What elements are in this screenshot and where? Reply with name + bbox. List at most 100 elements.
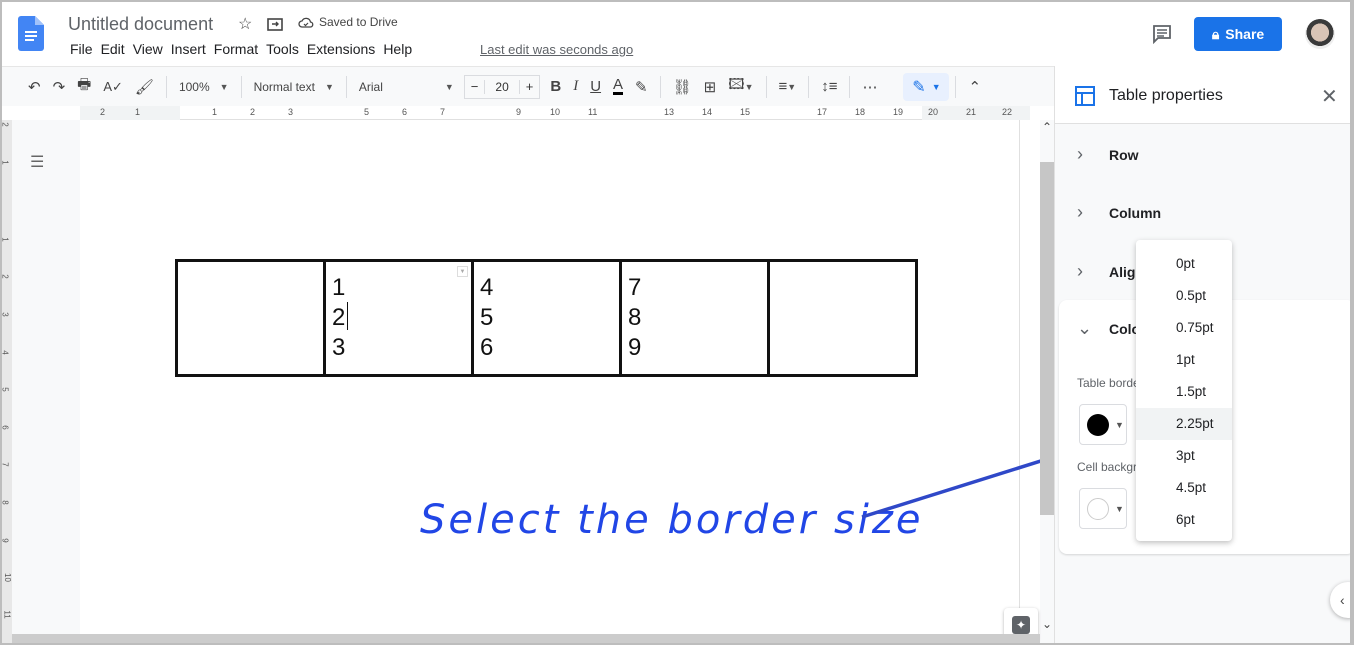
menu-help[interactable]: Help (379, 41, 416, 57)
ruler-label: 13 (664, 107, 675, 117)
ruler-label: 18 (855, 107, 866, 117)
menu-extensions[interactable]: Extensions (303, 41, 379, 57)
border-color-picker[interactable]: ▼ (1079, 404, 1127, 445)
link-icon[interactable]: ⛓︎ (673, 78, 692, 96)
toolbar: ↶ ↷ 🖶︎ A✓ 🖌︎ 100% ▼ Normal text ▼ Arial ▼ −… (2, 66, 1054, 106)
divider (345, 75, 347, 98)
document-title[interactable]: Untitled document (68, 14, 213, 35)
zoom-select[interactable]: 100% ▼ (179, 80, 229, 94)
cell-menu-icon[interactable]: ▼ (457, 266, 468, 277)
chevron-right-icon: › (1077, 144, 1083, 164)
more-options-icon[interactable]: ⋯ (862, 78, 877, 96)
cell-background-picker[interactable]: ▼ (1079, 488, 1127, 529)
save-status[interactable]: Saved to Drive (298, 15, 398, 29)
explore-icon: ✦ (1012, 616, 1030, 634)
google-docs-window: Untitled document ☆ Saved to Drive File … (2, 2, 1350, 643)
paint-format-icon[interactable]: 🖌︎ (135, 78, 154, 96)
highlight-icon[interactable]: ✎ (635, 78, 648, 96)
share-button[interactable]: 🔒︎ Share (1194, 17, 1282, 51)
chevron-down-icon: ▼ (444, 81, 454, 92)
text-color-icon[interactable]: A (613, 77, 624, 95)
ruler-margin-left (80, 106, 180, 120)
chevron-right-icon: › (1077, 261, 1083, 281)
horizontal-ruler[interactable]: 2 1 1 2 3 5 6 7 9 10 11 13 14 15 17 18 19 20 21 22 (80, 106, 1030, 120)
hide-menus-icon[interactable]: ⌃ (968, 78, 981, 96)
border-width-option[interactable]: 1.5pt (1136, 376, 1232, 408)
vertical-ruler[interactable]: 211234567891011 (2, 120, 12, 643)
border-width-option[interactable]: 0.75pt (1136, 312, 1232, 344)
scroll-down-icon[interactable]: ⌄ (1042, 617, 1052, 631)
section-column[interactable]: › Column (1077, 202, 1161, 223)
font-size-input[interactable]: 20 (484, 79, 520, 94)
cell-line: 1 (332, 274, 346, 301)
scrollbar-thumb[interactable] (1040, 162, 1054, 515)
border-width-option[interactable]: 4.5pt (1136, 472, 1232, 504)
move-folder-icon[interactable] (267, 17, 283, 31)
font-select[interactable]: Arial ▼ (359, 80, 454, 94)
italic-icon[interactable]: I (573, 78, 578, 95)
style-select[interactable]: Normal text ▼ (254, 80, 334, 94)
add-comment-icon[interactable]: ⊞ (704, 78, 717, 96)
ruler-label: 22 (1002, 107, 1013, 117)
ruler-label: 2 (100, 107, 106, 117)
divider (659, 75, 661, 98)
comment-history-icon[interactable] (1152, 24, 1172, 44)
border-width-option[interactable]: 1pt (1136, 344, 1232, 376)
border-width-option[interactable]: 2.25pt (1136, 408, 1232, 440)
border-width-option[interactable]: 3pt (1136, 440, 1232, 472)
border-width-option[interactable]: 6pt (1136, 504, 1232, 536)
document-table[interactable]: 1 2 3 4 5 6 7 8 9 (175, 259, 918, 377)
ruler-label: 5 (2, 387, 10, 391)
menu-format[interactable]: Format (210, 41, 262, 57)
ruler-label: 11 (588, 107, 598, 117)
table-cell[interactable]: 7 8 9 (619, 259, 770, 377)
insert-image-icon[interactable]: 🖾︎ ▼ (728, 74, 753, 99)
divider (808, 75, 810, 98)
cell-line: 3 (332, 334, 346, 361)
editing-mode-button[interactable]: ✎ ▼ (903, 72, 950, 101)
close-icon[interactable]: ✕ (1321, 84, 1338, 109)
star-icon[interactable]: ☆ (238, 14, 252, 34)
ruler-label: 17 (817, 107, 828, 117)
spellcheck-icon[interactable]: A✓ (103, 79, 123, 95)
panel-header: Table properties ✕ (1055, 66, 1350, 124)
menu-tools[interactable]: Tools (262, 41, 303, 57)
redo-icon[interactable]: ↷ (53, 78, 66, 96)
last-edit-link[interactable]: Last edit was seconds ago (480, 42, 633, 57)
ruler-label: 6 (2, 425, 10, 429)
table-cell[interactable]: 4 5 6 (471, 259, 622, 377)
section-label: Column (1109, 204, 1162, 221)
border-width-option[interactable]: 0pt (1136, 248, 1232, 280)
scroll-up-icon[interactable]: ⌃ (1042, 120, 1052, 134)
user-avatar[interactable] (1305, 19, 1335, 49)
print-icon[interactable]: 🖶︎ (77, 74, 91, 99)
table-cell[interactable] (767, 259, 918, 377)
horizontal-scrollbar[interactable] (12, 634, 1040, 643)
bold-icon[interactable]: B (550, 78, 561, 95)
ruler-label: 1 (135, 107, 141, 117)
ruler-label: 10 (550, 107, 561, 117)
ruler-label: 19 (893, 107, 904, 117)
menu-edit[interactable]: Edit (97, 41, 129, 57)
increase-font-size-button[interactable]: + (520, 79, 540, 94)
ruler-label: 2 (250, 107, 256, 117)
document-outline-icon[interactable]: ☰ (30, 152, 44, 172)
cell-line: 6 (480, 334, 494, 361)
menu-insert[interactable]: Insert (167, 41, 210, 57)
ruler-label: 7 (440, 107, 446, 117)
align-icon[interactable]: ≡ ▼ (779, 78, 797, 95)
decrease-font-size-button[interactable]: − (465, 79, 485, 94)
undo-icon[interactable]: ↶ (28, 78, 41, 96)
docs-logo-icon[interactable] (18, 16, 44, 51)
top-bar: Untitled document ☆ Saved to Drive File … (2, 2, 1350, 66)
menu-file[interactable]: File (66, 41, 97, 57)
underline-icon[interactable]: U (590, 78, 601, 95)
ruler-label: 21 (966, 107, 977, 117)
menu-view[interactable]: View (129, 41, 167, 57)
line-spacing-icon[interactable]: ↕≡ (821, 78, 837, 95)
border-width-option[interactable]: 0.5pt (1136, 280, 1232, 312)
table-cell[interactable] (175, 259, 326, 377)
document-page[interactable] (80, 120, 1020, 635)
section-row[interactable]: › Row (1077, 144, 1139, 165)
font-size-stepper: − 20 + (463, 74, 541, 99)
